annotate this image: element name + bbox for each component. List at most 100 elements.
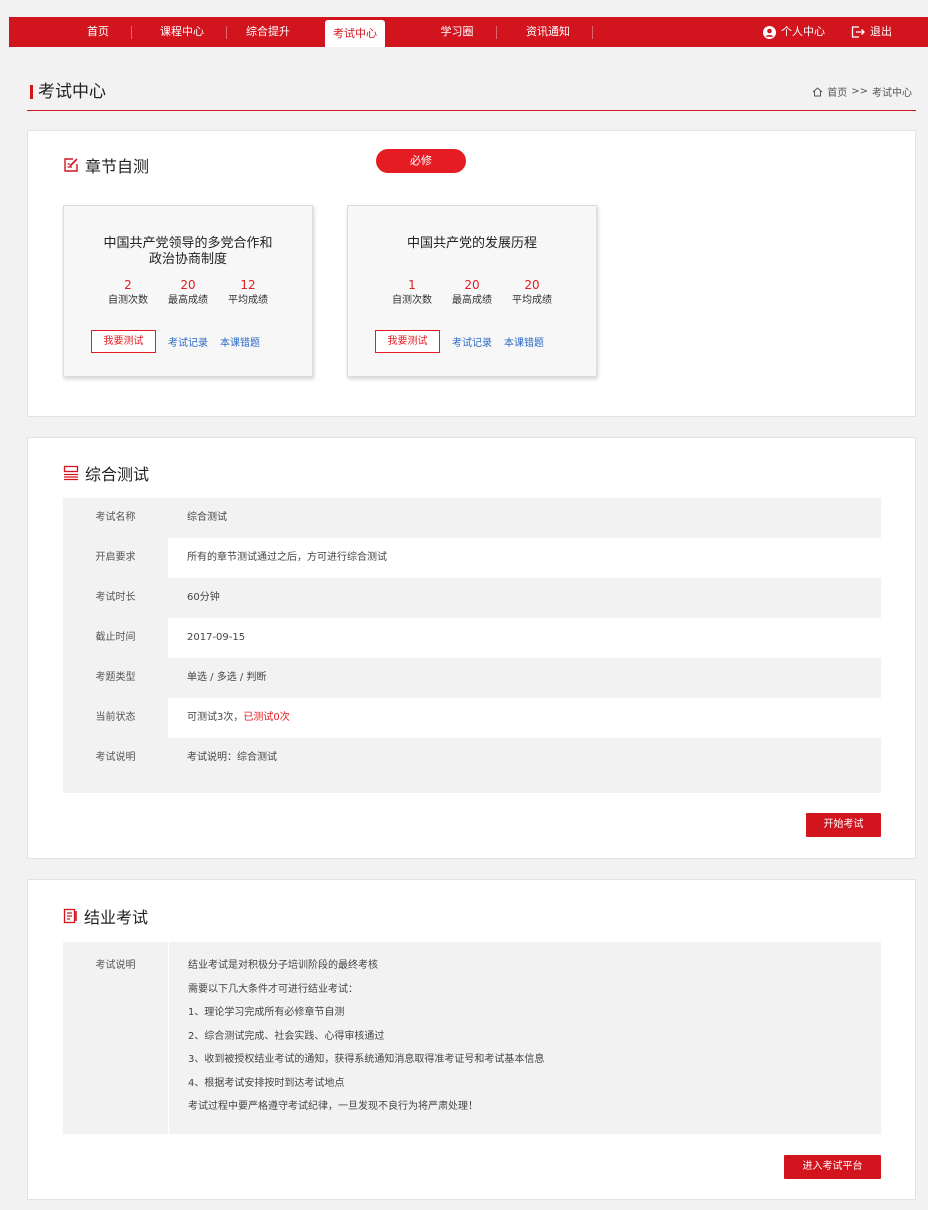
description-line: 3、收到被授权结业考试的通知，获得系统通知消息取得准考证号和考试基本信息 bbox=[188, 1054, 545, 1065]
row-value: 所有的章节测试通过之后，方可进行综合测试 bbox=[187, 552, 387, 563]
nav-divider bbox=[496, 26, 497, 39]
card-title-line1: 中国共产党领导的多党合作和 bbox=[103, 236, 273, 251]
info-row-question-type: 考题类型 单选 / 多选 / 判断 bbox=[63, 658, 881, 698]
card-stats: 2 自测次数 20 最高成绩 12 平均成绩 bbox=[64, 278, 312, 308]
breadcrumb: 首页 >> 考试中心 bbox=[812, 84, 912, 99]
nav-exam-center[interactable]: 考试中心 bbox=[325, 20, 385, 47]
stat-label: 最高成绩 bbox=[168, 295, 208, 306]
status-available: 可测试3次， bbox=[187, 712, 244, 723]
stat-best: 20 最高成绩 bbox=[168, 278, 208, 308]
chapter-selftest-heading: 章节自测 bbox=[63, 153, 149, 177]
stat-average: 12 平均成绩 bbox=[228, 278, 268, 308]
row-value: 考试说明：综合测试 bbox=[187, 752, 277, 763]
nav-divider bbox=[131, 26, 132, 39]
row-value: 60分钟 bbox=[187, 592, 220, 603]
chapter-selftest-title: 章节自测 bbox=[85, 157, 150, 176]
logout-link[interactable]: 退出 bbox=[851, 17, 892, 47]
stat-label: 自测次数 bbox=[108, 295, 148, 306]
stat-attempts: 2 自测次数 bbox=[108, 278, 148, 308]
row-value: 单选 / 多选 / 判断 bbox=[187, 672, 267, 683]
page-title: 考试中心 bbox=[38, 82, 106, 102]
row-label: 开启要求 bbox=[63, 538, 168, 578]
row-label: 截止时间 bbox=[63, 618, 168, 658]
start-exam-button[interactable]: 开始考试 bbox=[806, 813, 881, 837]
logout-icon bbox=[851, 26, 865, 38]
breadcrumb-separator: >> bbox=[851, 86, 868, 97]
final-exam-panel: 结业考试 考试说明 结业考试是对积极分子培训阶段的最终考核 需要以下几大条件才可… bbox=[27, 879, 916, 1200]
stat-best: 20 最高成绩 bbox=[452, 278, 492, 308]
take-test-button[interactable]: 我要测试 bbox=[375, 330, 440, 353]
card-stats: 1 自测次数 20 最高成绩 20 平均成绩 bbox=[348, 278, 596, 308]
info-row-open-requirement: 开启要求 所有的章节测试通过之后，方可进行综合测试 bbox=[63, 538, 881, 578]
description-line: 2、综合测试完成、社会实践、心得审核通过 bbox=[188, 1030, 385, 1042]
logout-label: 退出 bbox=[870, 25, 892, 38]
description-line: 考试过程中要严格遵守考试纪律，一旦发现不良行为将严肃处理！ bbox=[188, 1101, 478, 1112]
final-exam-description: 结业考试是对积极分子培训阶段的最终考核 需要以下几大条件才可进行结业考试： 1、… bbox=[168, 942, 881, 1134]
description-line: 4、根据考试安排按时到达考试地点 bbox=[188, 1077, 345, 1089]
stat-label: 平均成绩 bbox=[228, 295, 268, 306]
stat-value: 2 bbox=[124, 278, 132, 292]
card-actions: 我要测试 考试记录 本课错题 bbox=[375, 330, 544, 353]
stat-value: 20 bbox=[180, 278, 196, 292]
stat-average: 20 平均成绩 bbox=[512, 278, 552, 308]
wrong-questions-link[interactable]: 本课错题 bbox=[504, 334, 544, 349]
document-icon bbox=[63, 908, 77, 924]
stat-label: 最高成绩 bbox=[452, 295, 492, 306]
nav-home[interactable]: 首页 bbox=[81, 17, 115, 47]
top-nav: 首页 课程中心 综合提升 考试中心 学习圈 资讯通知 个人中心 退出 bbox=[9, 17, 928, 47]
row-label: 考试时长 bbox=[95, 592, 136, 603]
stat-value: 20 bbox=[524, 278, 540, 292]
exam-record-link[interactable]: 考试记录 bbox=[168, 334, 208, 349]
nav-course-center[interactable]: 课程中心 bbox=[155, 17, 209, 47]
stat-attempts: 1 自测次数 bbox=[392, 278, 432, 308]
final-exam-info: 考试说明 结业考试是对积极分子培训阶段的最终考核 需要以下几大条件才可进行结业考… bbox=[63, 942, 881, 1134]
comprehensive-test-title: 综合测试 bbox=[85, 465, 150, 484]
stat-label: 平均成绩 bbox=[512, 295, 552, 306]
final-exam-heading: 结业考试 bbox=[63, 904, 148, 928]
nav-divider bbox=[592, 26, 593, 39]
enter-exam-platform-button[interactable]: 进入考试平台 bbox=[784, 1155, 881, 1179]
breadcrumb-home[interactable]: 首页 bbox=[827, 84, 847, 99]
list-icon bbox=[63, 465, 79, 481]
exam-record-link[interactable]: 考试记录 bbox=[452, 334, 492, 349]
home-icon bbox=[812, 86, 823, 96]
description-line: 结业考试是对积极分子培训阶段的最终考核 bbox=[188, 960, 378, 971]
description-line: 1、理论学习完成所有必修章节自测 bbox=[188, 1007, 345, 1018]
breadcrumb-current: 考试中心 bbox=[872, 88, 912, 99]
nav-improvement[interactable]: 综合提升 bbox=[241, 17, 295, 47]
card-title-line1: 中国共产党的发展历程 bbox=[406, 236, 537, 251]
comprehensive-test-panel: 综合测试 考试名称 综合测试 开启要求 所有的章节测试通过之后，方可进行综合测试… bbox=[27, 437, 916, 859]
final-exam-title: 结业考试 bbox=[84, 908, 149, 927]
info-row-duration: 考试时长 60分钟 bbox=[63, 578, 881, 618]
user-center-link[interactable]: 个人中心 bbox=[763, 17, 825, 47]
user-icon bbox=[763, 25, 776, 39]
info-row-status: 当前状态 可测试3次，已测试0次 bbox=[63, 698, 881, 738]
row-label: 考题类型 bbox=[95, 672, 136, 683]
chapter-selftest-panel: 章节自测 必修 中国共产党领导的多党合作和 政治协商制度 2 自测次数 20 最… bbox=[27, 130, 916, 417]
row-label: 考试名称 bbox=[95, 512, 136, 523]
nav-news[interactable]: 资讯通知 bbox=[521, 17, 575, 47]
nav-divider bbox=[226, 26, 227, 39]
row-value: 2017-09-15 bbox=[187, 632, 246, 643]
nav-study-circle[interactable]: 学习圈 bbox=[437, 17, 477, 47]
edit-note-icon bbox=[64, 158, 78, 172]
row-value: 可测试3次，已测试0次 bbox=[168, 698, 290, 738]
stat-value: 12 bbox=[240, 278, 256, 292]
comprehensive-test-heading: 综合测试 bbox=[63, 461, 149, 485]
status-tested-count: 已测试0次 bbox=[243, 712, 290, 723]
row-label: 当前状态 bbox=[63, 698, 168, 738]
stat-value: 20 bbox=[464, 278, 480, 292]
chapter-card: 中国共产党的发展历程 1 自测次数 20 最高成绩 20 平均成绩 我要测试 考… bbox=[347, 205, 597, 377]
take-test-button[interactable]: 我要测试 bbox=[91, 330, 156, 353]
required-badge[interactable]: 必修 bbox=[376, 149, 466, 173]
page-header: 考试中心 首页 >> 考试中心 bbox=[27, 80, 916, 111]
wrong-questions-link[interactable]: 本课错题 bbox=[220, 334, 260, 349]
row-value: 综合测试 bbox=[187, 512, 227, 523]
card-title-line2: 政治协商制度 bbox=[148, 252, 227, 267]
description-line: 需要以下几大条件才可进行结业考试： bbox=[188, 983, 358, 995]
chapter-card: 中国共产党领导的多党合作和 政治协商制度 2 自测次数 20 最高成绩 12 平… bbox=[63, 205, 313, 377]
row-label: 考试说明 bbox=[95, 752, 136, 763]
title-accent-bar bbox=[30, 85, 33, 99]
info-row-description: 考试说明 考试说明：综合测试 bbox=[63, 738, 881, 793]
info-row-deadline: 截止时间 2017-09-15 bbox=[63, 618, 881, 658]
